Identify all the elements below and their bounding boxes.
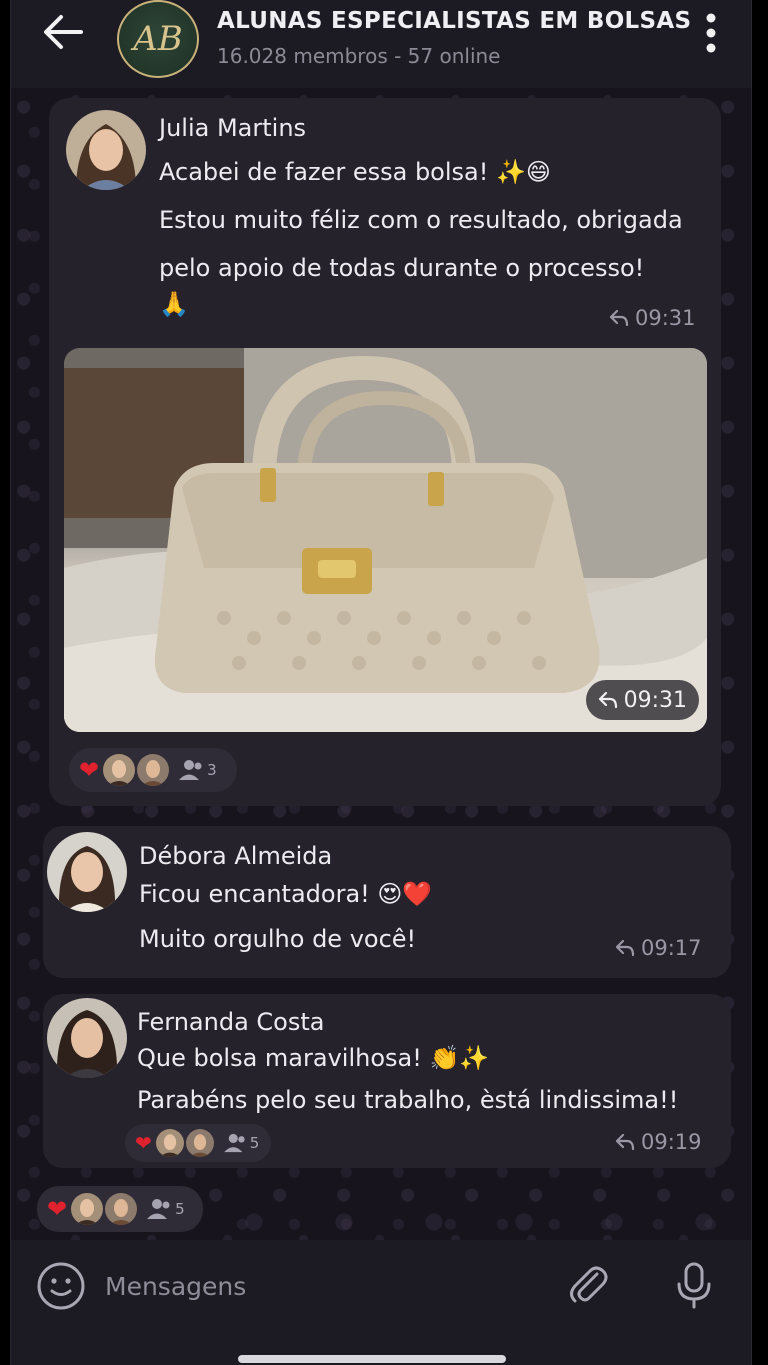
sender-name[interactable]: Débora Almeida — [139, 842, 332, 870]
sender-name[interactable]: Julia Martins — [159, 114, 306, 142]
chat-header: AB ALUNAS ESPECIALISTAS EM BOLSAS 16.028… — [11, 0, 751, 88]
people-icon — [179, 760, 202, 780]
microphone-icon[interactable] — [671, 1260, 717, 1310]
group-avatar[interactable]: AB — [117, 0, 199, 78]
phone-screen: AB ALUNAS ESPECIALISTAS EM BOLSAS 16.028… — [10, 0, 752, 1365]
message-line: Estou muito féliz com o resultado, obrig… — [159, 206, 683, 234]
reactor-avatar — [69, 1191, 106, 1227]
time-text: 09:17 — [641, 936, 702, 960]
message-line: pelo apoio de todas durante o processo! — [159, 254, 645, 282]
reactor-avatar — [183, 1127, 216, 1159]
reply-icon — [609, 309, 629, 327]
sender-avatar[interactable] — [66, 110, 146, 190]
reactor-avatar — [101, 752, 138, 788]
sender-name[interactable]: Fernanda Costa — [137, 1008, 324, 1036]
time-text: 09:31 — [635, 306, 696, 330]
message-line: Que bolsa maravilhosa! 👏✨ — [137, 1044, 490, 1072]
message-input[interactable] — [103, 1262, 547, 1310]
heart-reaction-icon: ❤ — [135, 1131, 152, 1155]
message-line: Parabéns pelo seu trabalho, èstá lindiss… — [137, 1086, 679, 1114]
reactor-avatar — [153, 1127, 186, 1159]
sender-avatar[interactable] — [47, 998, 127, 1078]
photo-timestamp: 09:31 — [585, 680, 699, 720]
time-text: 09:19 — [641, 1130, 702, 1154]
group-title[interactable]: ALUNAS ESPECIALISTAS EM BOLSAS — [217, 8, 691, 34]
reply-icon — [598, 691, 617, 709]
time-text: 09:31 — [623, 687, 687, 713]
message-line: Muito orgulho de você! — [139, 925, 417, 953]
reaction-count: 3 — [179, 759, 217, 781]
reaction-bar[interactable]: ❤ 5 — [125, 1124, 271, 1162]
people-icon — [223, 1133, 245, 1153]
sender-avatar[interactable] — [47, 832, 127, 912]
message-line: Ficou encantadora! 😍❤️ — [139, 880, 433, 908]
message-line: 🙏 — [159, 290, 189, 318]
reply-icon — [615, 939, 635, 957]
reaction-bar[interactable]: ❤ 3 — [69, 748, 237, 792]
reactor-avatar — [135, 752, 172, 788]
reply-icon — [615, 1133, 635, 1151]
heart-reaction-icon: ❤ — [47, 1195, 68, 1223]
reaction-bar[interactable]: ❤ 5 — [37, 1186, 203, 1232]
message-timestamp: 09:17 — [615, 936, 702, 960]
reaction-count-text: 3 — [207, 761, 217, 779]
more-options-icon[interactable] — [699, 10, 723, 56]
back-arrow-icon[interactable] — [37, 10, 89, 54]
emoji-icon[interactable] — [35, 1260, 87, 1312]
reaction-count: 5 — [223, 1133, 260, 1153]
message-timestamp: 09:19 — [615, 1130, 702, 1154]
reaction-count-text: 5 — [249, 1134, 260, 1152]
message-timestamp: 09:31 — [609, 306, 696, 330]
reaction-count-text: 5 — [175, 1200, 185, 1218]
reactor-avatar — [103, 1191, 140, 1227]
home-indicator[interactable] — [238, 1355, 506, 1363]
message-input-bar — [11, 1240, 751, 1365]
group-member-count: 16.028 membros - 57 online — [217, 44, 501, 68]
reaction-count: 5 — [147, 1198, 185, 1220]
group-avatar-monogram: AB — [133, 19, 183, 59]
message-line: Acabei de fazer essa bolsa! ✨😄 — [159, 158, 551, 186]
handbag-photo[interactable]: 09:31 — [64, 348, 707, 732]
heart-reaction-icon: ❤ — [79, 756, 100, 784]
paperclip-icon[interactable] — [563, 1260, 613, 1310]
people-icon — [147, 1199, 170, 1219]
